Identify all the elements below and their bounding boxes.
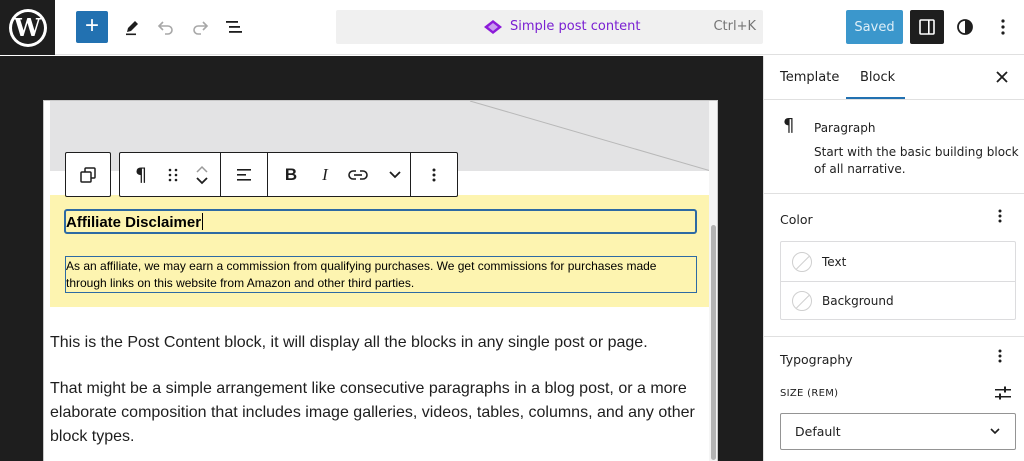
chevron-down-icon [990, 428, 1000, 435]
align-left-icon [237, 168, 251, 181]
block-inserter-button[interactable]: + [76, 11, 108, 43]
settings-sidebar: Template Block ¶ Paragraph Start with th… [763, 56, 1024, 461]
options-menu-button[interactable] [987, 11, 1019, 43]
wordpress-logo-button[interactable]: W [0, 0, 55, 55]
parent-selector-group [65, 152, 111, 197]
color-options-button[interactable] [997, 208, 1003, 229]
editor-header: W + Simple post content Ctrl+K Saved [0, 0, 1024, 55]
block-toolbar: ¶ B I [65, 152, 458, 197]
paragraph-icon: ¶ [134, 163, 148, 186]
group-icon [80, 166, 96, 183]
command-shortcut: Ctrl+K [713, 19, 756, 34]
italic-button[interactable]: I [314, 153, 336, 197]
background-color-label: Background [822, 294, 894, 308]
pencil-icon [126, 21, 138, 36]
paragraph-icon: ¶ [783, 115, 795, 136]
wordpress-logo-icon: W [8, 8, 47, 47]
text-color-label: Text [822, 254, 847, 269]
scrollbar[interactable] [709, 101, 717, 461]
undo-icon [157, 21, 173, 35]
undo-button[interactable] [150, 11, 182, 43]
move-buttons[interactable] [184, 153, 220, 197]
save-button[interactable]: Saved [846, 10, 903, 44]
half-circle-contrast-icon [957, 19, 973, 35]
typography-panel-title: Typography [780, 352, 853, 367]
color-settings-list: Text Background [780, 241, 1016, 320]
block-card: ¶ Paragraph Start with the basic buildin… [764, 100, 1024, 194]
font-size-value: Default [795, 424, 841, 439]
document-overview-button[interactable] [218, 11, 250, 43]
more-vertical-icon [998, 209, 1002, 223]
italic-icon: I [322, 164, 328, 184]
more-vertical-icon [432, 168, 436, 181]
block-name: Paragraph [814, 121, 876, 135]
tools-button[interactable] [116, 11, 148, 43]
bold-icon: B [284, 164, 298, 184]
link-icon [348, 169, 368, 180]
select-parent-button[interactable] [66, 153, 110, 197]
font-size-label: SIZE (REM) [780, 388, 839, 399]
block-controls-group: ¶ B I [119, 152, 458, 197]
typography-options-button[interactable] [997, 348, 1003, 369]
content-paragraph-2[interactable]: That might be a simple arrangement like … [50, 377, 700, 449]
text-color-item[interactable]: Text [781, 242, 1015, 281]
font-size-select[interactable]: Default [780, 413, 1016, 450]
background-color-item[interactable]: Background [781, 281, 1015, 320]
chevron-up-icon[interactable] [196, 165, 208, 173]
panel-divider [764, 336, 1024, 337]
editor-frame: Affiliate Disclaimer As an affiliate, we… [43, 100, 718, 461]
styles-button[interactable] [949, 11, 981, 43]
link-button[interactable] [336, 153, 380, 197]
empty-swatch-icon [792, 291, 812, 311]
chevron-down-icon [389, 170, 401, 178]
custom-size-toggle[interactable] [994, 385, 1012, 406]
drag-handle[interactable] [162, 153, 184, 197]
document-title: Simple post content [510, 19, 641, 34]
redo-icon [193, 21, 209, 35]
more-rich-text-button[interactable] [380, 153, 410, 197]
block-description: Start with the basic building block of a… [814, 145, 1019, 176]
redo-button[interactable] [184, 11, 216, 43]
align-button[interactable] [221, 153, 267, 197]
active-tab-indicator [846, 97, 905, 99]
bold-button[interactable]: B [268, 153, 314, 197]
sliders-icon [995, 386, 1011, 400]
block-type-button[interactable]: ¶ [120, 153, 162, 197]
scrollbar-thumb[interactable] [711, 225, 716, 460]
editor-canvas: Affiliate Disclaimer As an affiliate, we… [0, 56, 763, 461]
chevron-down-icon[interactable] [196, 176, 208, 185]
empty-swatch-icon [792, 251, 812, 272]
plus-icon: + [84, 12, 99, 39]
more-vertical-icon [1001, 19, 1005, 35]
template-diamond-icon [484, 19, 502, 34]
disclaimer-paragraph[interactable]: As an affiliate, we may earn a commissio… [65, 256, 697, 293]
settings-toggle-button[interactable] [910, 10, 944, 44]
tab-block[interactable]: Block [860, 70, 895, 85]
color-panel-title: Color [780, 212, 813, 227]
tab-template[interactable]: Template [780, 70, 839, 85]
close-sidebar-button[interactable] [996, 68, 1008, 87]
sidebar-panel-icon [919, 19, 935, 35]
block-options-button[interactable] [411, 153, 457, 197]
content-paragraph-1[interactable]: This is the Post Content block, it will … [50, 331, 700, 355]
list-view-icon [226, 21, 242, 33]
command-palette-bar[interactable]: Simple post content Ctrl+K [336, 10, 763, 44]
heading-text: Affiliate Disclaimer [66, 214, 202, 231]
heading-block[interactable]: Affiliate Disclaimer [64, 209, 697, 234]
drag-dots-icon [168, 168, 178, 181]
more-vertical-icon [998, 349, 1002, 363]
group-block[interactable]: Affiliate Disclaimer As an affiliate, we… [50, 195, 711, 307]
sidebar-tabs: Template Block [764, 56, 1024, 100]
close-icon [996, 71, 1008, 83]
text-caret [202, 213, 204, 230]
